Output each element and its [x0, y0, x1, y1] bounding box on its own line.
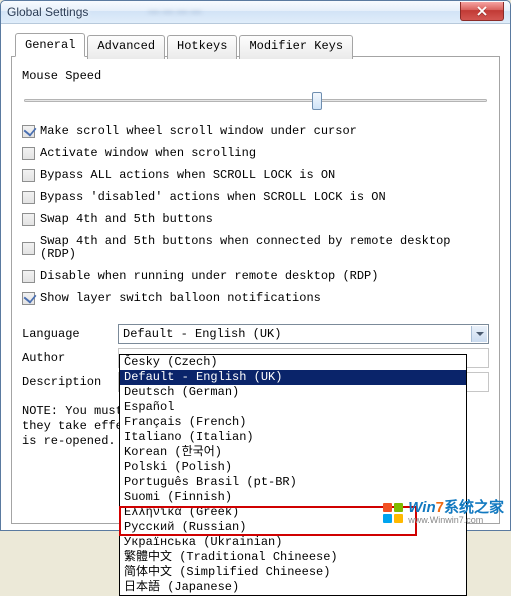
slider-thumb[interactable]: [312, 92, 322, 110]
slider-track: [24, 99, 487, 102]
windows-logo-icon: [383, 503, 405, 525]
window: Global Settings — — — — General Advanced…: [0, 0, 511, 531]
tab-general[interactable]: General: [15, 33, 85, 57]
label-swap-4-5: Swap 4th and 5th buttons: [40, 213, 213, 226]
checkbox-disable-under-rdp[interactable]: [22, 270, 35, 283]
checkbox-activate-on-scroll[interactable]: [22, 147, 35, 160]
checkbox-swap-4-5-rdp[interactable]: [22, 242, 35, 255]
language-label: Language: [22, 327, 118, 341]
close-button[interactable]: [460, 2, 504, 21]
checkbox-bypass-disabled-scrolllock[interactable]: [22, 191, 35, 204]
language-combobox[interactable]: Default - English (UK): [118, 324, 489, 344]
label-swap-4-5-rdp: Swap 4th and 5th buttons when connected …: [40, 235, 489, 261]
checkbox-bypass-all-scrolllock[interactable]: [22, 169, 35, 182]
language-option[interactable]: 繁體中文 (Traditional Chineese): [120, 550, 466, 565]
label-scroll-under-cursor: Make scroll wheel scroll window under cu…: [40, 125, 357, 138]
language-option[interactable]: Default - English (UK): [120, 370, 466, 385]
author-label: Author: [22, 351, 118, 365]
label-activate-on-scroll: Activate window when scrolling: [40, 147, 256, 160]
language-option[interactable]: Deutsch (German): [120, 385, 466, 400]
tab-hotkeys[interactable]: Hotkeys: [167, 35, 237, 59]
watermark-text: Win7系统之家 www.Winwin7.com: [408, 502, 504, 526]
window-title: Global Settings: [7, 5, 88, 19]
language-option[interactable]: Česky (Czech): [120, 355, 466, 370]
language-option[interactable]: Korean (한국어): [120, 445, 466, 460]
label-balloon-notifications: Show layer switch balloon notifications: [40, 292, 321, 305]
mouse-speed-label: Mouse Speed: [22, 69, 101, 83]
description-label: Description: [22, 375, 118, 389]
language-option[interactable]: Español: [120, 400, 466, 415]
tab-modifier-keys[interactable]: Modifier Keys: [239, 35, 353, 59]
checkbox-scroll-under-cursor[interactable]: [22, 125, 35, 138]
chevron-down-icon[interactable]: [471, 326, 487, 342]
client-area: General Advanced Hotkeys Modifier Keys M…: [1, 24, 510, 530]
mouse-speed-slider[interactable]: [22, 89, 489, 113]
checkbox-swap-4-5[interactable]: [22, 213, 35, 226]
language-option[interactable]: 日本語 (Japanese): [120, 580, 466, 595]
close-icon: [477, 6, 487, 16]
language-option[interactable]: Українська (Ukrainian): [120, 535, 466, 550]
titlebar: Global Settings — — — —: [1, 1, 510, 24]
language-option[interactable]: Français (French): [120, 415, 466, 430]
label-bypass-all-scrolllock: Bypass ALL actions when SCROLL LOCK is O…: [40, 169, 335, 182]
checkbox-balloon-notifications[interactable]: [22, 292, 35, 305]
language-combobox-value: Default - English (UK): [123, 327, 281, 341]
label-disable-under-rdp: Disable when running under remote deskto…: [40, 270, 378, 283]
language-option[interactable]: Italiano (Italian): [120, 430, 466, 445]
language-option[interactable]: 简体中文 (Simplified Chineese): [120, 565, 466, 580]
language-dropdown-list[interactable]: Česky (Czech) Default - English (UK) Deu…: [119, 354, 467, 596]
language-option[interactable]: Polski (Polish): [120, 460, 466, 475]
titlebar-blur: — — — —: [148, 6, 201, 18]
tab-advanced[interactable]: Advanced: [87, 35, 165, 59]
language-option[interactable]: Português Brasil (pt-BR): [120, 475, 466, 490]
watermark: Win7系统之家 www.Winwin7.com: [383, 502, 504, 526]
tabstrip: General Advanced Hotkeys Modifier Keys: [11, 33, 500, 57]
label-bypass-disabled-scrolllock: Bypass 'disabled' actions when SCROLL LO…: [40, 191, 386, 204]
